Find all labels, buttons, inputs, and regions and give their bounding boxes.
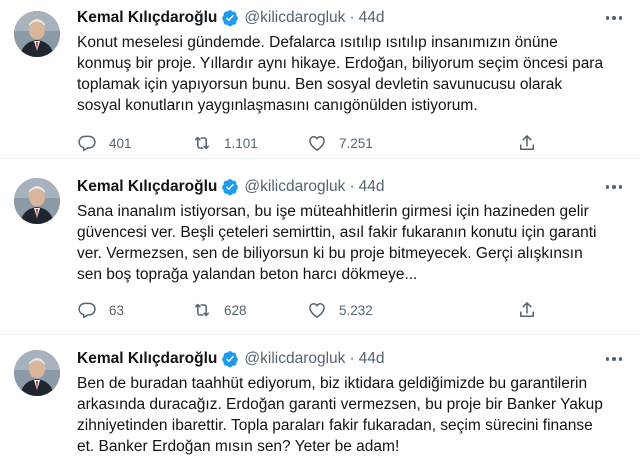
reply-button[interactable]: 401 <box>77 131 132 155</box>
tweet-text: Konut meselesi gündemde. Defalarca ısıtı… <box>77 34 604 114</box>
reply-icon <box>78 135 96 152</box>
like-count: 7.251 <box>339 135 373 151</box>
tweet-text: Sana inanalım istiyorsan, bu işe müteahh… <box>77 203 597 283</box>
author-name[interactable]: Kemal Kılıçdaroğlu <box>77 350 217 368</box>
tweet-1[interactable]: Kemal Kılıçdaroğlu @kilicdarogluk · 44d … <box>0 0 640 159</box>
tweet-text: Ben de buradan taahhüt ediyorum, biz ikt… <box>77 375 603 455</box>
share-icon <box>520 135 534 150</box>
like-button[interactable]: 7.251 <box>307 131 373 155</box>
tweet-header: Kemal Kılıçdaroğlu @kilicdarogluk · 44d <box>77 176 384 198</box>
separator: · <box>349 9 355 26</box>
author-name[interactable]: Kemal Kılıçdaroğlu <box>77 9 217 27</box>
like-button[interactable]: 5.232 <box>307 298 373 322</box>
timestamp[interactable]: 44d <box>359 350 385 368</box>
author-handle[interactable]: @kilicdarogluk <box>244 178 345 196</box>
verified-badge-icon <box>221 178 239 196</box>
timestamp[interactable]: 44d <box>359 9 385 27</box>
retweet-icon <box>195 136 209 150</box>
share-button[interactable] <box>517 131 537 155</box>
avatar[interactable] <box>14 350 60 396</box>
tweet-header: Kemal Kılıçdaroğlu @kilicdarogluk · 44d <box>77 7 384 29</box>
avatar[interactable] <box>14 11 60 57</box>
like-count: 5.232 <box>339 302 373 318</box>
separator: · <box>349 350 355 367</box>
more-icon[interactable] <box>602 350 626 368</box>
verified-badge-icon <box>221 350 239 368</box>
tweet-actions: 401 1.101 7.251 <box>77 131 557 155</box>
more-icon[interactable] <box>602 9 626 27</box>
reply-button[interactable]: 63 <box>77 298 124 322</box>
tweet-2[interactable]: Kemal Kılıçdaroğlu @kilicdarogluk · 44d … <box>0 159 640 335</box>
avatar[interactable] <box>14 178 60 224</box>
retweet-button[interactable]: 1.101 <box>192 131 258 155</box>
tweet-3[interactable]: Kemal Kılıçdaroğlu @kilicdarogluk · 44d … <box>0 335 640 466</box>
retweet-count: 628 <box>224 302 247 318</box>
like-icon <box>309 303 325 318</box>
reply-count: 401 <box>109 135 132 151</box>
more-icon[interactable] <box>602 178 626 196</box>
author-handle[interactable]: @kilicdarogluk <box>244 350 345 368</box>
reply-count: 63 <box>109 302 125 318</box>
timestamp[interactable]: 44d <box>359 178 385 196</box>
reply-icon <box>78 302 96 319</box>
author-name[interactable]: Kemal Kılıçdaroğlu <box>77 178 217 196</box>
author-handle[interactable]: @kilicdarogluk <box>244 9 345 27</box>
tweet-header: Kemal Kılıçdaroğlu @kilicdarogluk · 44d <box>77 348 384 370</box>
like-icon <box>309 136 325 151</box>
retweet-count: 1.101 <box>224 135 258 151</box>
separator: · <box>349 178 355 195</box>
tweet-actions: 63 628 5.232 <box>77 298 557 322</box>
share-button[interactable] <box>517 298 537 322</box>
retweet-icon <box>195 303 209 317</box>
share-icon <box>520 302 534 317</box>
retweet-button[interactable]: 628 <box>192 298 247 322</box>
verified-badge-icon <box>221 9 239 27</box>
